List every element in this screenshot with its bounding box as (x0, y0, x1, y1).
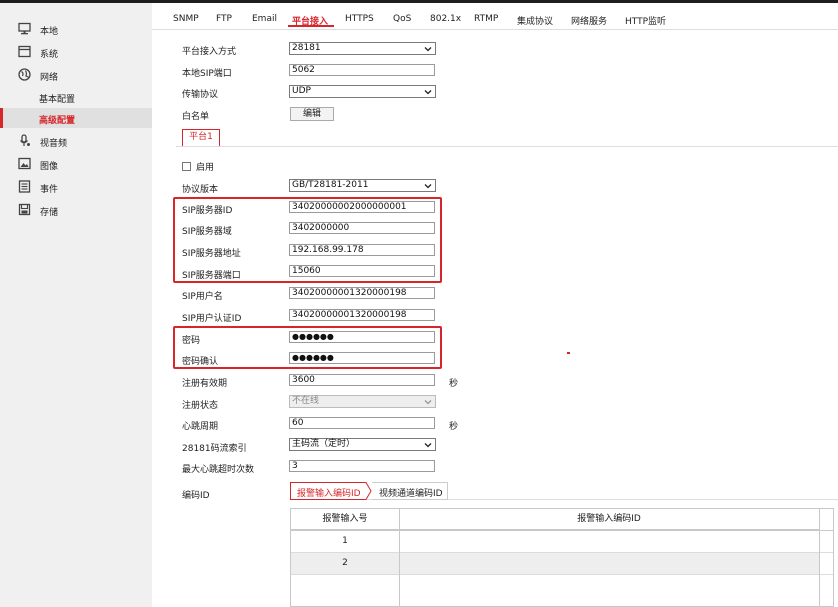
sidebar-item-local[interactable]: 本地 (0, 19, 152, 39)
max-heartbeat-timeout-label: 最大心跳超时次数 (182, 465, 255, 475)
transport-label: 传输协议 (182, 90, 219, 100)
register-status-select: 不在线 (289, 395, 436, 408)
sidebar-item-label: 视音频 (40, 139, 68, 149)
protocol-version-label: 协议版本 (182, 185, 219, 195)
transport-select[interactable]: UDP (289, 85, 436, 98)
tab-rtmp[interactable]: RTMP (474, 14, 498, 24)
tab-alarm-input-encode-id[interactable]: 报警输入编码ID (297, 486, 361, 499)
sidebar-item-event[interactable]: 事件 (0, 177, 152, 197)
max-heartbeat-timeout-input[interactable]: 3 (289, 460, 435, 472)
protocol-version-select[interactable]: GB/T28181-2011 (289, 179, 436, 192)
sidebar-item-network[interactable]: 网络 (0, 65, 152, 85)
monitor-icon (18, 22, 31, 35)
sidebar-item-label: 存储 (40, 208, 59, 218)
red-mark (567, 352, 570, 354)
transport-value: UDP (292, 86, 311, 96)
table-cell-alarm-no: 1 (342, 536, 348, 546)
highlight-box-password (173, 326, 442, 369)
sip-username-label: SIP用户名 (182, 292, 223, 302)
tab-qos[interactable]: QoS (393, 14, 411, 24)
sidebar-item-label: 本地 (40, 27, 59, 37)
stream-index-value: 主码流（定时） (292, 439, 356, 449)
sidebar: 本地 系统 网络 基本配置 高级配置 视音频 图像 事件 存储 (0, 3, 152, 607)
heartbeat-period-label: 心跳周期 (182, 422, 219, 432)
local-sip-port-input[interactable]: 5062 (289, 64, 435, 76)
whitelist-edit-button[interactable]: 编辑 (290, 107, 334, 121)
sidebar-item-storage[interactable]: 存储 (0, 200, 152, 220)
sidebar-item-image[interactable]: 图像 (0, 154, 152, 174)
register-status-value: 不在线 (292, 396, 320, 406)
chevron-down-icon (424, 90, 432, 95)
whitelist-label: 白名单 (182, 112, 210, 122)
access-mode-label: 平台接入方式 (182, 47, 237, 57)
local-sip-port-label: 本地SIP端口 (182, 69, 232, 79)
sidebar-item-advanced-config[interactable]: 高级配置 (0, 108, 152, 128)
tab-video-channel-encode-id[interactable]: 视频通道编码ID (379, 486, 443, 499)
access-mode-value: 28181 (292, 43, 321, 53)
sidebar-item-label: 高级配置 (39, 116, 76, 126)
alarm-input-table: 报警输入号 报警输入编码ID 1 2 (290, 508, 834, 607)
table-cell-alarm-no: 2 (342, 558, 348, 568)
table-cell-encode-id[interactable] (399, 553, 819, 574)
sidebar-item-video-audio[interactable]: 视音频 (0, 131, 152, 151)
divider (176, 146, 838, 147)
stream-index-label: 28181码流索引 (182, 444, 247, 454)
enable-checkbox[interactable] (182, 162, 191, 171)
top-tab-bar: SNMP FTP Email 平台接入 HTTPS QoS 802.1x RTM… (152, 3, 838, 30)
table-row-divider (291, 574, 833, 575)
image-icon (18, 157, 31, 170)
tab-8021x[interactable]: 802.1x (430, 14, 461, 24)
chevron-down-icon (424, 47, 432, 52)
sidebar-item-label: 系统 (40, 50, 59, 60)
encode-id-label: 编码ID (182, 491, 210, 501)
tab-http-listen[interactable]: HTTP监听 (625, 14, 666, 27)
tab-integration-protocol[interactable]: 集成协议 (517, 14, 553, 27)
register-validity-label: 注册有效期 (182, 379, 228, 389)
system-icon (18, 45, 31, 58)
tab-email[interactable]: Email (252, 14, 277, 24)
register-validity-unit: 秒 (449, 379, 459, 389)
heartbeat-period-input[interactable]: 60 (289, 417, 435, 429)
storage-icon (18, 203, 31, 216)
chevron-down-icon (424, 184, 432, 189)
table-header-alarm-input-encode-id: 报警输入编码ID (399, 509, 819, 530)
sidebar-item-label: 网络 (40, 73, 59, 83)
sip-auth-id-label: SIP用户认证ID (182, 314, 242, 324)
tab-network-service[interactable]: 网络服务 (571, 14, 607, 27)
sidebar-item-basic-config[interactable]: 基本配置 (0, 87, 152, 107)
sidebar-item-label: 事件 (40, 185, 59, 195)
chevron-down-icon (424, 443, 432, 448)
table-cell-encode-id[interactable] (399, 531, 819, 552)
sidebar-item-label: 图像 (40, 162, 59, 172)
active-tab-underline (288, 25, 334, 27)
access-mode-select[interactable]: 28181 (289, 42, 436, 55)
register-validity-input[interactable]: 3600 (289, 374, 435, 386)
enable-label: 启用 (196, 163, 215, 173)
stream-index-select[interactable]: 主码流（定时） (289, 438, 436, 451)
sip-username-input[interactable]: 34020000001320000198 (289, 287, 435, 299)
register-status-label: 注册状态 (182, 401, 219, 411)
active-indicator (0, 108, 3, 128)
table-column-divider (819, 509, 820, 606)
globe-icon (18, 68, 31, 81)
tab-https[interactable]: HTTPS (345, 14, 374, 24)
tab-ftp[interactable]: FTP (216, 14, 232, 24)
protocol-version-value: GB/T28181-2011 (292, 180, 369, 190)
microphone-icon (20, 134, 30, 146)
tab-snmp[interactable]: SNMP (173, 14, 199, 24)
tab-platform-1[interactable]: 平台1 (182, 129, 220, 146)
sidebar-item-label: 基本配置 (39, 95, 76, 105)
highlight-box-sip-server (173, 197, 442, 283)
chevron-down-icon (424, 400, 432, 405)
table-column-divider (399, 509, 400, 606)
heartbeat-period-unit: 秒 (449, 422, 459, 432)
event-list-icon (18, 180, 31, 193)
sidebar-item-system[interactable]: 系统 (0, 42, 152, 62)
sip-auth-id-input[interactable]: 34020000001320000198 (289, 309, 435, 321)
table-header-alarm-input-no: 报警输入号 (291, 509, 399, 530)
